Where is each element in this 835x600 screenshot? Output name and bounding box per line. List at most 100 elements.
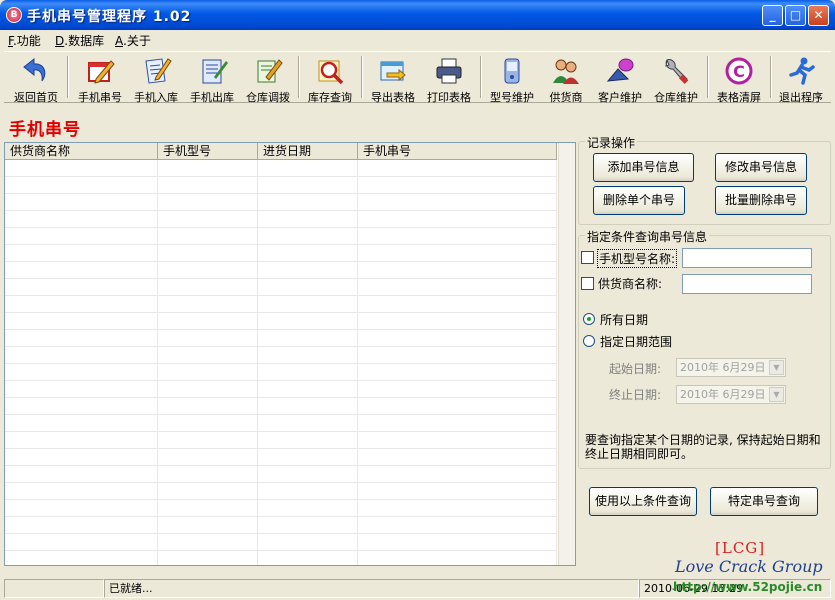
- minimize-button[interactable]: _: [762, 5, 783, 26]
- toolbar-serial-label: 手机串号: [78, 91, 122, 104]
- end-date-label: 终止日期:: [609, 388, 662, 402]
- date-range-radio[interactable]: [583, 335, 595, 347]
- title-bar[interactable]: B 手机串号管理程序 1.02 _ □ ✕: [0, 0, 835, 30]
- toolbar-serial-button[interactable]: 手机串号: [72, 53, 128, 104]
- toolbar-print-button[interactable]: 打印表格: [421, 53, 477, 104]
- column-header-supplier[interactable]: 供货商名称: [5, 143, 158, 160]
- window-title: 手机串号管理程序 1.02: [27, 9, 192, 25]
- column-header-serial[interactable]: 手机串号: [358, 143, 557, 160]
- toolbar-transfer-button[interactable]: 仓库调拨: [240, 53, 296, 104]
- toolbar-model-maint-button[interactable]: 型号维护: [484, 53, 540, 104]
- model-filter-checkbox[interactable]: [581, 251, 594, 264]
- record-operations-legend: 记录操作: [585, 134, 638, 151]
- all-dates-radio[interactable]: [583, 313, 595, 325]
- toolbar-separator: [361, 56, 363, 98]
- url-watermark: http://www.52pojie.cn: [673, 580, 823, 594]
- column-header-model[interactable]: 手机型号: [158, 143, 258, 160]
- toolbar-stock-in-button[interactable]: 手机入库: [128, 53, 184, 104]
- edit-serial-button[interactable]: 修改串号信息: [715, 153, 807, 182]
- delete-serial-button[interactable]: 删除单个串号: [593, 186, 685, 215]
- column-header-date[interactable]: 进货日期: [258, 143, 358, 160]
- transfer-icon: [257, 59, 283, 83]
- back-arrow-icon: [23, 57, 46, 82]
- lcg-watermark: [LCG]: [715, 539, 766, 557]
- toolbar-stock-out-button[interactable]: 手机出库: [184, 53, 240, 104]
- status-panel-message: 已就绪...: [104, 579, 639, 598]
- toolbar-clear-label: 表格清屏: [717, 91, 761, 104]
- menu-database[interactable]: D.数据库: [55, 32, 104, 49]
- toolbar-warehouse-maint-label: 仓库维护: [654, 91, 698, 104]
- menu-bar: F.功能 D.数据库 A.关于: [0, 30, 835, 50]
- model-name-input[interactable]: [682, 248, 812, 268]
- record-operations-group: 记录操作 添加串号信息 修改串号信息 删除单个串号 批量删除串号: [578, 134, 831, 225]
- menu-function-label: .功能: [12, 34, 41, 48]
- start-date-label: 起始日期:: [609, 362, 662, 376]
- chevron-down-icon: ▼: [769, 387, 784, 402]
- toolbar-clear-button[interactable]: C 表格清屏: [710, 53, 768, 104]
- toolbar-home-label: 返回首页: [14, 91, 58, 104]
- customer-icon: [606, 58, 634, 82]
- toolbar-print-label: 打印表格: [427, 91, 471, 104]
- menu-about-label: .关于: [123, 34, 151, 48]
- toolbar-separator: [480, 56, 482, 98]
- app-icon: B: [6, 7, 22, 23]
- magnifier-icon: [318, 60, 344, 85]
- toolbar-export-label: 导出表格: [371, 91, 415, 104]
- toolbar-stock-out-label: 手机出库: [190, 91, 234, 104]
- toolbar-warehouse-maint-button[interactable]: 仓库维护: [648, 53, 704, 104]
- toolbar-separator: [298, 56, 300, 98]
- page-title: 手机串号: [9, 120, 81, 140]
- svg-text:C: C: [733, 62, 745, 81]
- all-dates-label: 所有日期: [600, 313, 649, 327]
- start-date-picker[interactable]: 2010年 6月29日 ▼: [676, 358, 786, 377]
- query-hint-text: 要查询指定某个日期的记录, 保持起始日期和终止日期相同即可。: [585, 433, 821, 461]
- toolbar-inventory-query-button[interactable]: 库存查询: [302, 53, 358, 104]
- toolbar-customer-label: 客户维护: [598, 91, 642, 104]
- supplier-filter-checkbox[interactable]: [581, 277, 594, 290]
- menu-database-accel: D: [55, 34, 65, 48]
- start-date-value: 2010年 6月29日: [680, 361, 766, 374]
- add-serial-button[interactable]: 添加串号信息: [593, 153, 694, 182]
- menu-database-label: .数据库: [64, 34, 105, 48]
- menu-about[interactable]: A.关于: [115, 32, 151, 49]
- export-icon: [380, 61, 406, 82]
- toolbar-supplier-label: 供货商: [549, 91, 583, 104]
- grid-column-divider: [157, 160, 158, 565]
- toolbar: 返回首页 手机串号 手机入库 手机出库 仓库调拨 库存查询 导出表格 打印表格 …: [4, 51, 831, 104]
- toolbar-exit-label: 退出程序: [779, 91, 823, 104]
- status-panel-left: [4, 579, 104, 598]
- supplier-name-input[interactable]: [682, 274, 812, 294]
- menu-function[interactable]: F.功能: [8, 32, 41, 49]
- toolbar-supplier-button[interactable]: 供货商: [540, 53, 592, 104]
- grid-vertical-scrollbar[interactable]: [558, 143, 575, 565]
- document-out-icon: [202, 59, 228, 84]
- toolbar-transfer-label: 仓库调拨: [246, 91, 290, 104]
- maximize-button[interactable]: □: [785, 5, 806, 26]
- condition-query-button[interactable]: 使用以上条件查询: [589, 487, 697, 516]
- toolbar-exit-button[interactable]: 退出程序: [772, 53, 830, 104]
- batch-delete-button[interactable]: 批量删除串号: [715, 186, 807, 215]
- toolbar-customer-button[interactable]: 客户维护: [592, 53, 648, 104]
- toolbar-separator: [67, 56, 69, 98]
- menu-about-accel: A: [115, 34, 123, 48]
- toolbar-home-button[interactable]: 返回首页: [8, 53, 64, 104]
- toolbar-stock-in-label: 手机入库: [134, 91, 178, 104]
- query-conditions-legend: 指定条件查询串号信息: [585, 228, 710, 245]
- wrench-icon: [665, 59, 689, 84]
- close-button[interactable]: ✕: [808, 5, 829, 26]
- grid-body[interactable]: [5, 160, 557, 565]
- specific-serial-query-button[interactable]: 特定串号查询: [710, 487, 818, 516]
- date-range-label: 指定日期范围: [600, 335, 673, 349]
- serial-data-grid[interactable]: 供货商名称 手机型号 进货日期 手机串号: [4, 142, 576, 566]
- toolbar-export-button[interactable]: 导出表格: [365, 53, 421, 104]
- toolbar-separator: [707, 56, 709, 98]
- grid-header: 供货商名称 手机型号 进货日期 手机串号: [5, 143, 557, 160]
- document-pencil-icon: [145, 58, 172, 84]
- love-crack-group-watermark: Love Crack Group: [675, 557, 823, 576]
- exit-runner-icon: [789, 57, 815, 85]
- grid-column-divider: [357, 160, 358, 565]
- model-filter-label: 手机型号名称:: [597, 249, 678, 268]
- end-date-picker[interactable]: 2010年 6月29日 ▼: [676, 385, 786, 404]
- phone-model-icon: [504, 58, 520, 84]
- grid-column-divider: [257, 160, 258, 565]
